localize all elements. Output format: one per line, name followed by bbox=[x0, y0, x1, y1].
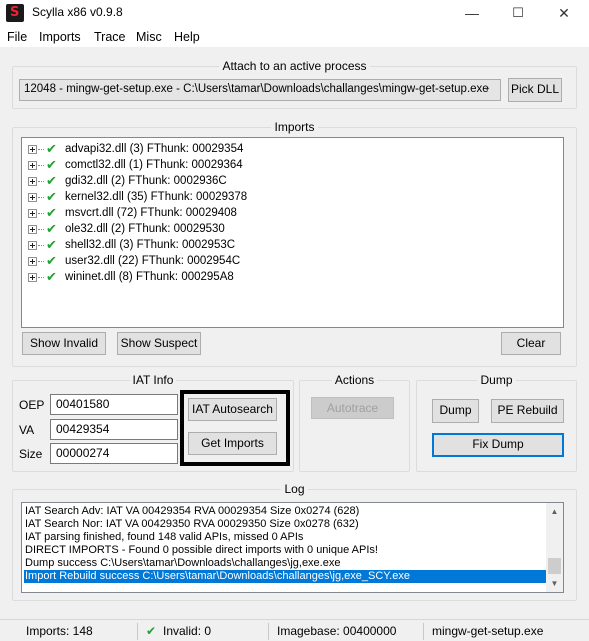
menu-file[interactable]: File bbox=[7, 30, 27, 44]
imports-tree[interactable]: ✔ advapi32.dll (3) FThunk: 00029354 ✔ comct… bbox=[21, 137, 564, 328]
imports-title: Imports bbox=[271, 120, 318, 134]
attach-process-title: Attach to an active process bbox=[219, 59, 370, 73]
tree-item-label: advapi32.dll (3) FThunk: 00029354 bbox=[65, 143, 244, 155]
process-select-value: 12048 - mingw-get-setup.exe - C:\Users\t… bbox=[24, 83, 489, 95]
expand-plus-icon[interactable] bbox=[28, 177, 37, 186]
size-label: Size bbox=[19, 447, 43, 461]
fix-dump-button[interactable]: Fix Dump bbox=[432, 433, 564, 457]
menu-imports[interactable]: Imports bbox=[39, 30, 81, 44]
show-suspect-button[interactable]: Show Suspect bbox=[117, 332, 201, 355]
pick-dll-button[interactable]: Pick DLL bbox=[508, 78, 562, 102]
log-scrollbar[interactable]: ▲ ▼ bbox=[546, 503, 563, 592]
check-icon: ✔ bbox=[146, 624, 157, 638]
log-line[interactable]: IAT parsing finished, found 148 valid AP… bbox=[24, 531, 546, 544]
log-title: Log bbox=[281, 482, 308, 496]
dump-button[interactable]: Dump bbox=[432, 399, 479, 423]
menu-bar: File Imports Trace Misc Help bbox=[0, 26, 589, 48]
log-line[interactable]: IAT Search Nor: IAT VA 00429350 RVA 0002… bbox=[24, 518, 546, 531]
tree-item-label: user32.dll (22) FThunk: 0002954C bbox=[65, 255, 241, 267]
show-invalid-button[interactable]: Show Invalid bbox=[22, 332, 106, 355]
valid-check-icon: ✔ bbox=[46, 141, 57, 156]
dump-group: Dump bbox=[416, 373, 577, 472]
chevron-down-icon: ⌄ bbox=[483, 82, 492, 93]
expand-plus-icon[interactable] bbox=[28, 273, 37, 282]
scrollbar-thumb[interactable] bbox=[548, 558, 561, 574]
expand-plus-icon[interactable] bbox=[28, 209, 37, 218]
scroll-down-icon[interactable]: ▼ bbox=[546, 575, 563, 592]
autotrace-button[interactable]: Autotrace bbox=[311, 397, 394, 419]
minimize-button[interactable]: — bbox=[449, 0, 495, 26]
menu-help[interactable]: Help bbox=[174, 30, 200, 44]
valid-check-icon: ✔ bbox=[46, 205, 57, 220]
log-list[interactable]: ▲ ▼ IAT Search Adv: IAT VA 00429354 RVA … bbox=[21, 502, 564, 593]
log-line[interactable]: Import Rebuild success C:\Users\tamar\Do… bbox=[24, 570, 546, 583]
log-line[interactable]: IAT Search Adv: IAT VA 00429354 RVA 0002… bbox=[24, 505, 546, 518]
log-line[interactable]: DIRECT IMPORTS - Found 0 possible direct… bbox=[24, 544, 546, 557]
actions-title: Actions bbox=[331, 373, 378, 387]
expand-plus-icon[interactable] bbox=[28, 241, 37, 250]
scylla-app-icon: S bbox=[6, 4, 24, 22]
scroll-up-icon[interactable]: ▲ bbox=[546, 503, 563, 520]
maximize-button[interactable]: ☐ bbox=[495, 0, 541, 26]
va-label: VA bbox=[19, 423, 35, 437]
iat-info-title: IAT Info bbox=[129, 373, 177, 387]
status-bar: Imports: 148 ✔ Invalid: 0 Imagebase: 004… bbox=[0, 619, 589, 641]
tree-item-label: msvcrt.dll (72) FThunk: 00029408 bbox=[65, 207, 237, 219]
expand-plus-icon[interactable] bbox=[28, 225, 37, 234]
va-field[interactable]: 00429354 bbox=[50, 419, 178, 440]
oep-field[interactable]: 00401580 bbox=[50, 394, 178, 415]
size-field[interactable]: 00000274 bbox=[50, 443, 178, 464]
oep-label: OEP bbox=[19, 398, 45, 412]
menu-trace[interactable]: Trace bbox=[94, 30, 126, 44]
status-invalid-count: Invalid: 0 bbox=[163, 624, 212, 638]
status-imports-count: Imports: 148 bbox=[26, 624, 93, 638]
actions-group: Actions bbox=[299, 373, 410, 472]
valid-check-icon: ✔ bbox=[46, 237, 57, 252]
valid-check-icon: ✔ bbox=[46, 221, 57, 236]
log-line[interactable]: Dump success C:\Users\tamar\Downloads\ch… bbox=[24, 557, 546, 570]
expand-plus-icon[interactable] bbox=[28, 193, 37, 202]
status-imagebase: Imagebase: 00400000 bbox=[277, 624, 397, 638]
status-module: mingw-get-setup.exe bbox=[432, 624, 544, 638]
expand-plus-icon[interactable] bbox=[28, 145, 37, 154]
window-title: Scylla x86 v0.9.8 bbox=[32, 5, 123, 19]
tree-item-label: wininet.dll (8) FThunk: 000295A8 bbox=[65, 271, 234, 283]
pe-rebuild-button[interactable]: PE Rebuild bbox=[491, 399, 564, 423]
tree-item-label: kernel32.dll (35) FThunk: 00029378 bbox=[65, 191, 248, 203]
tree-item-label: ole32.dll (2) FThunk: 00029530 bbox=[65, 223, 225, 235]
valid-check-icon: ✔ bbox=[46, 157, 57, 172]
tree-item-label: gdi32.dll (2) FThunk: 0002936C bbox=[65, 175, 227, 187]
title-bar: S Scylla x86 v0.9.8 — ☐ ✕ bbox=[0, 0, 589, 26]
close-button[interactable]: ✕ bbox=[541, 0, 587, 26]
expand-plus-icon[interactable] bbox=[28, 161, 37, 170]
valid-check-icon: ✔ bbox=[46, 173, 57, 188]
process-select[interactable]: 12048 - mingw-get-setup.exe - C:\Users\t… bbox=[19, 79, 501, 101]
get-imports-button[interactable]: Get Imports bbox=[188, 432, 277, 455]
tree-item-label: comctl32.dll (1) FThunk: 00029364 bbox=[65, 159, 243, 171]
dump-title: Dump bbox=[477, 373, 516, 387]
expand-plus-icon[interactable] bbox=[28, 257, 37, 266]
tree-item-label: shell32.dll (3) FThunk: 0002953C bbox=[65, 239, 236, 251]
valid-check-icon: ✔ bbox=[46, 269, 57, 284]
valid-check-icon: ✔ bbox=[46, 189, 57, 204]
menu-misc[interactable]: Misc bbox=[136, 30, 162, 44]
clear-button[interactable]: Clear bbox=[501, 332, 561, 355]
iat-autosearch-button[interactable]: IAT Autosearch bbox=[188, 398, 277, 421]
valid-check-icon: ✔ bbox=[46, 253, 57, 268]
